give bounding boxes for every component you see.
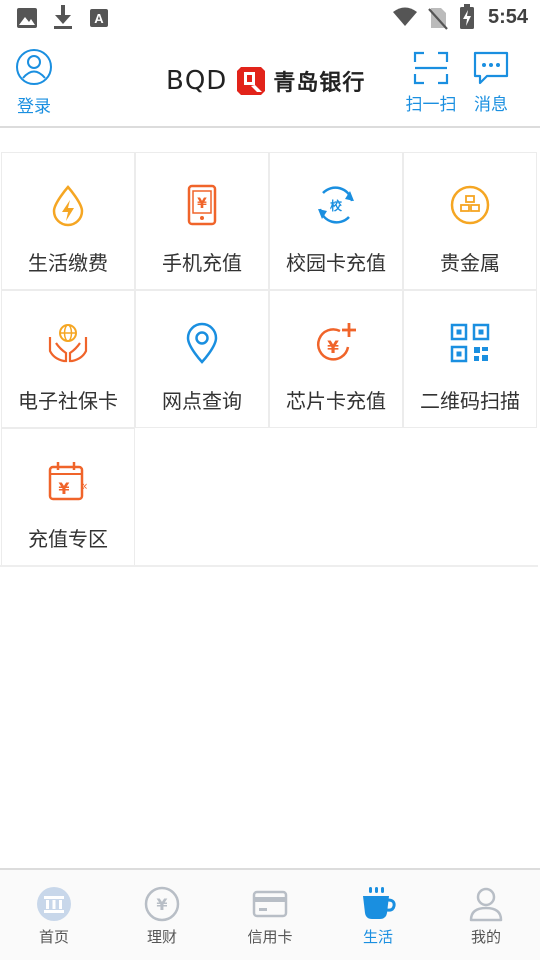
service-label: 充值专区 (28, 527, 108, 551)
calendar-yuan-icon: ¥ « (48, 462, 88, 501)
credit-card-icon (252, 890, 288, 918)
service-living-payment[interactable]: 生活缴费 (2, 153, 134, 289)
yuan-coin-icon: ¥ (144, 886, 180, 922)
svg-text:¥: ¥ (197, 196, 207, 212)
bank-icon (37, 887, 71, 921)
tab-label: 生活 (362, 928, 393, 946)
scan-label: 扫一扫 (405, 95, 457, 115)
coffee-cup-icon (363, 887, 396, 919)
location-pin-icon (186, 322, 218, 364)
service-label: 网点查询 (162, 389, 242, 413)
wifi-icon (393, 7, 417, 26)
scan-button[interactable]: 扫一扫 (402, 50, 460, 115)
font-icon: A (90, 9, 108, 27)
service-branch-locator[interactable]: 网点查询 (136, 291, 268, 427)
service-label: 芯片卡充值 (286, 389, 386, 413)
tab-credit-card[interactable]: 信用卡 (216, 870, 324, 960)
svg-text:¥: ¥ (156, 895, 167, 914)
phone-yuan-icon: ¥ (187, 184, 217, 226)
campus-card-icon: 校 (318, 186, 354, 224)
user-avatar-icon (16, 49, 52, 85)
service-mobile-topup[interactable]: ¥ 手机充值 (136, 153, 268, 289)
water-drop-bolt-icon (52, 185, 84, 227)
service-social-security-card[interactable]: 电子社保卡 (2, 291, 134, 427)
tab-wealth[interactable]: ¥ 理财 (108, 870, 216, 960)
svg-text:¥: ¥ (327, 338, 339, 358)
battery-charging-icon (460, 4, 474, 29)
bank-logo-icon (237, 67, 266, 95)
tab-label: 信用卡 (247, 928, 293, 946)
brand-latin: BQD (166, 66, 228, 96)
tab-label: 理财 (146, 928, 177, 946)
message-label: 消息 (474, 95, 508, 115)
yuan-plus-icon: ¥ (316, 323, 356, 361)
person-icon (469, 887, 503, 922)
service-label: 校园卡充值 (286, 251, 386, 275)
brand-name: 青岛银行 (273, 71, 366, 96)
bottom-tab-bar: 首页 ¥ 理财 信用卡 生活 我的 (0, 868, 540, 960)
brand-logo: BQD 青岛银行 (166, 63, 365, 99)
service-label: 二维码扫描 (420, 389, 520, 413)
qr-code-icon (450, 323, 490, 363)
login-label: 登录 (17, 97, 51, 117)
service-label: 手机充值 (162, 251, 242, 275)
chat-bubble-icon (473, 51, 509, 85)
service-chip-card-topup[interactable]: ¥ 芯片卡充值 (270, 291, 402, 427)
no-sim-icon (428, 8, 448, 30)
download-icon (54, 5, 72, 29)
tab-mine[interactable]: 我的 (432, 870, 540, 960)
tab-label: 首页 (38, 928, 69, 946)
header: 登录 BQD 青岛银行 扫一扫 消息 (0, 36, 540, 128)
svg-text:校: 校 (330, 198, 343, 213)
svg-text:«: « (80, 479, 87, 493)
status-bar: A 5:54 (0, 0, 540, 36)
tab-home[interactable]: 首页 (0, 870, 108, 960)
login-button[interactable]: 登录 (12, 48, 56, 117)
hands-globe-icon (48, 324, 88, 363)
service-topup-zone[interactable]: ¥ « 充值专区 (2, 429, 134, 565)
service-label: 生活缴费 (28, 251, 108, 275)
service-qr-scan[interactable]: 二维码扫描 (404, 291, 536, 427)
scan-icon (413, 51, 449, 85)
tab-label: 我的 (470, 928, 501, 946)
service-label: 贵金属 (440, 251, 500, 275)
svg-text:¥: ¥ (58, 479, 69, 498)
gold-bars-icon (450, 185, 490, 225)
svg-text:A: A (94, 11, 104, 26)
service-label: 电子社保卡 (18, 389, 118, 413)
service-campus-card-topup[interactable]: 校 校园卡充值 (270, 153, 402, 289)
image-icon (17, 8, 37, 28)
status-time: 5:54 (487, 6, 528, 28)
message-button[interactable]: 消息 (468, 50, 514, 115)
tab-life[interactable]: 生活 (324, 870, 432, 960)
service-precious-metals[interactable]: 贵金属 (404, 153, 536, 289)
